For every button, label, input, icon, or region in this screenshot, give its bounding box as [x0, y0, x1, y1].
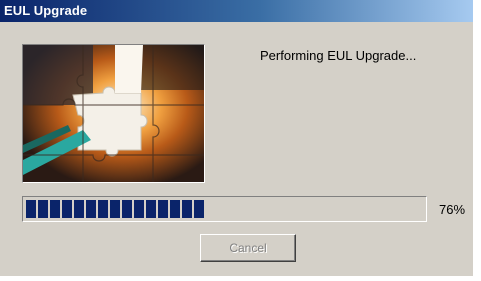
progress-block: [158, 200, 168, 218]
progress-percent: 76%: [439, 202, 466, 217]
progress-block: [98, 200, 108, 218]
progress-block: [122, 200, 132, 218]
progress-block: [62, 200, 72, 218]
puzzle-image: [22, 44, 205, 183]
progress-bar: [22, 196, 427, 222]
upgrade-dialog: EUL Upgrade Performing EUL Upgrade... 76…: [0, 0, 481, 276]
window-edge: [473, 0, 481, 276]
progress-fill: [26, 200, 423, 218]
bottom-edge: [0, 276, 481, 281]
progress-block: [182, 200, 192, 218]
progress-block: [110, 200, 120, 218]
cancel-button[interactable]: Cancel: [200, 234, 296, 262]
status-text: Performing EUL Upgrade...: [260, 48, 417, 63]
window-title: EUL Upgrade: [4, 3, 88, 18]
jigsaw-puzzle-icon: [23, 45, 204, 182]
progress-block: [134, 200, 144, 218]
progress-block: [26, 200, 36, 218]
progress-block: [38, 200, 48, 218]
progress-block: [50, 200, 60, 218]
title-bar[interactable]: EUL Upgrade: [0, 0, 473, 22]
progress-block: [146, 200, 156, 218]
progress-block: [194, 200, 204, 218]
progress-block: [74, 200, 84, 218]
progress-block: [170, 200, 180, 218]
progress-block: [86, 200, 96, 218]
